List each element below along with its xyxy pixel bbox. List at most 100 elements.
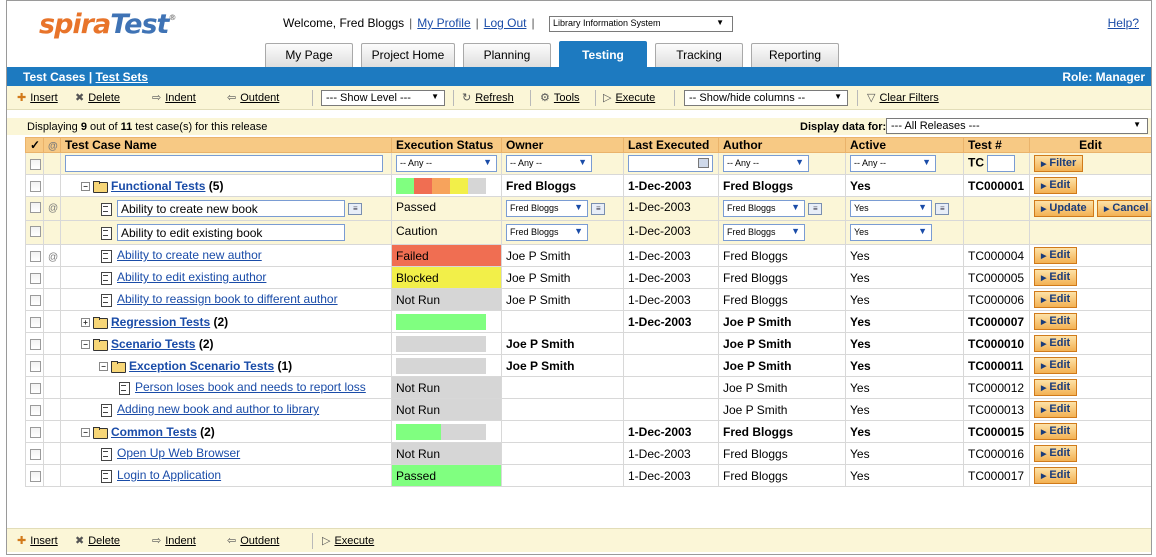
calendar-icon[interactable] <box>698 158 709 168</box>
cancel-button[interactable]: ▶ Cancel <box>1097 200 1151 217</box>
row-checkbox[interactable] <box>30 272 41 284</box>
tools-button[interactable]: ⚙ Tools <box>540 91 580 104</box>
lookup-icon[interactable]: ≡ <box>591 202 606 215</box>
insert-button[interactable]: ✚ Insert <box>17 534 58 547</box>
tab-project-home[interactable]: Project Home <box>361 43 455 67</box>
show-level-select[interactable]: --- Show Level --- ▼ <box>321 90 445 106</box>
edit-button[interactable]: ▶ Edit <box>1034 291 1078 308</box>
row-checkbox[interactable] <box>30 250 41 262</box>
edit-button[interactable]: ▶ Edit <box>1034 423 1078 440</box>
release-select[interactable]: --- All Releases --- ▼ <box>886 118 1148 134</box>
tab-planning[interactable]: Planning <box>463 43 551 67</box>
outdent-button[interactable]: ⇦ Outdent <box>227 534 279 547</box>
update-button[interactable]: ▶ Update <box>1034 200 1094 217</box>
collapse-icon[interactable]: − <box>81 339 90 349</box>
last-executed-filter[interactable] <box>628 155 713 172</box>
edit-button[interactable]: ▶ Edit <box>1034 445 1078 462</box>
help-link[interactable]: Help? <box>1108 16 1139 30</box>
author-filter[interactable]: -- Any -- ▼ <box>723 155 809 172</box>
owner-edit-select[interactable]: Fred Bloggs ▼ <box>506 200 588 217</box>
row-checkbox[interactable] <box>30 338 41 350</box>
test-case-link[interactable]: Open Up Web Browser <box>117 446 240 460</box>
refresh-button[interactable]: ↻ Refresh <box>462 91 514 104</box>
tab-my-page[interactable]: My Page <box>265 43 353 67</box>
owner-edit-select[interactable]: Fred Bloggs ▼ <box>506 224 588 241</box>
lookup-icon[interactable]: ≡ <box>348 202 363 215</box>
folder-link[interactable]: Common Tests <box>111 425 197 439</box>
col-execution-status[interactable]: Execution Status <box>391 137 502 153</box>
delete-button[interactable]: ✖ Delete <box>75 91 120 104</box>
active-edit-select[interactable]: Yes ▼ <box>850 200 932 217</box>
collapse-icon[interactable]: − <box>81 181 90 191</box>
my-profile-link[interactable]: My Profile <box>417 16 470 30</box>
name-filter-input[interactable] <box>65 155 383 172</box>
project-select[interactable]: Library Information System ▼ <box>549 16 733 32</box>
indent-button[interactable]: ⇨ Indent <box>152 534 196 547</box>
col-last-executed[interactable]: Last Executed <box>623 137 719 153</box>
test-case-link[interactable]: Adding new book and author to library <box>117 402 319 416</box>
log-out-link[interactable]: Log Out <box>484 16 527 30</box>
filter-button[interactable]: ▶ Filter <box>1034 155 1084 172</box>
collapse-icon[interactable]: − <box>99 361 108 371</box>
indent-button[interactable]: ⇨ Indent <box>152 91 196 104</box>
test-case-link[interactable]: Ability to edit existing author <box>117 270 266 284</box>
owner-filter[interactable]: -- Any -- ▼ <box>506 155 592 172</box>
row-checkbox[interactable] <box>30 470 41 482</box>
row-checkbox[interactable] <box>30 294 41 306</box>
edit-button[interactable]: ▶ Edit <box>1034 313 1078 330</box>
row-checkbox[interactable] <box>30 404 41 416</box>
delete-button[interactable]: ✖ Delete <box>75 534 120 547</box>
test-number-filter[interactable] <box>987 155 1016 172</box>
clear-filters-button[interactable]: ▽ Clear Filters <box>867 91 939 104</box>
name-edit-input[interactable]: Ability to edit existing book <box>117 224 345 241</box>
row-checkbox[interactable] <box>30 382 41 394</box>
edit-button[interactable]: ▶ Edit <box>1034 247 1078 264</box>
active-filter[interactable]: -- Any -- ▼ <box>850 155 936 172</box>
row-checkbox[interactable] <box>30 316 41 328</box>
row-checkbox[interactable] <box>30 226 41 238</box>
execute-button[interactable]: ▷ Execute <box>322 534 374 547</box>
select-all-checkbox[interactable] <box>30 158 41 170</box>
lookup-icon[interactable]: ≡ <box>935 202 950 215</box>
expand-icon[interactable]: + <box>81 317 90 327</box>
col-active[interactable]: Active <box>845 137 964 153</box>
test-case-link[interactable]: Ability to create new author <box>117 248 262 262</box>
col-name[interactable]: Test Case Name <box>60 137 392 153</box>
edit-button[interactable]: ▶ Edit <box>1034 401 1078 418</box>
row-checkbox[interactable] <box>30 360 41 372</box>
test-case-link[interactable]: Ability to reassign book to different au… <box>117 292 338 306</box>
test-case-link[interactable]: Login to Application <box>117 468 221 482</box>
show-hide-columns-select[interactable]: -- Show/hide columns -- ▼ <box>684 90 848 106</box>
col-author[interactable]: Author <box>718 137 846 153</box>
col-test-number[interactable]: Test # <box>963 137 1030 153</box>
test-sets-link[interactable]: Test Sets <box>96 70 148 84</box>
author-edit-select[interactable]: Fred Bloggs ▼ <box>723 224 805 241</box>
edit-button[interactable]: ▶ Edit <box>1034 335 1078 352</box>
collapse-icon[interactable]: − <box>81 427 90 437</box>
row-checkbox[interactable] <box>30 426 41 438</box>
outdent-button[interactable]: ⇦ Outdent <box>227 91 279 104</box>
edit-button[interactable]: ▶ Edit <box>1034 467 1078 484</box>
edit-button[interactable]: ▶ Edit <box>1034 269 1078 286</box>
row-checkbox[interactable] <box>30 180 41 192</box>
insert-button[interactable]: ✚ Insert <box>17 91 58 104</box>
active-edit-select[interactable]: Yes ▼ <box>850 224 932 241</box>
row-checkbox[interactable] <box>30 448 41 460</box>
folder-link[interactable]: Regression Tests <box>111 315 210 329</box>
edit-button[interactable]: ▶ Edit <box>1034 177 1078 194</box>
tab-reporting[interactable]: Reporting <box>751 43 839 67</box>
test-case-link[interactable]: Person loses book and needs to report lo… <box>135 380 366 394</box>
execute-button[interactable]: ▷ Execute <box>603 91 655 104</box>
author-edit-select[interactable]: Fred Bloggs ▼ <box>723 200 805 217</box>
execution-status-filter[interactable]: -- Any -- ▼ <box>396 155 497 172</box>
row-checkbox[interactable] <box>30 202 41 214</box>
folder-link[interactable]: Scenario Tests <box>111 337 195 351</box>
name-edit-input[interactable]: Ability to create new book <box>117 200 345 217</box>
edit-button[interactable]: ▶ Edit <box>1034 379 1078 396</box>
folder-link[interactable]: Exception Scenario Tests <box>129 359 274 373</box>
tab-testing[interactable]: Testing <box>559 41 647 67</box>
lookup-icon[interactable]: ≡ <box>808 202 823 215</box>
folder-link[interactable]: Functional Tests <box>111 179 205 193</box>
tab-tracking[interactable]: Tracking <box>655 43 743 67</box>
edit-button[interactable]: ▶ Edit <box>1034 357 1078 374</box>
